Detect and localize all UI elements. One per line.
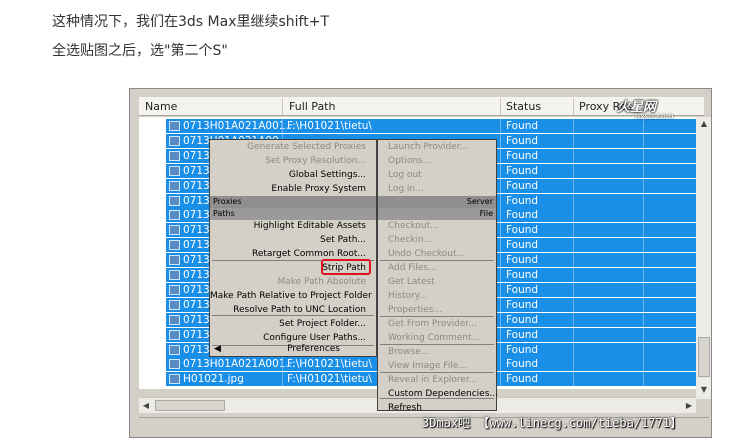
row-status: Found [506,194,539,207]
context-menu-paths: Generate Selected Proxies Set Proxy Resol… [209,139,377,357]
image-file-icon [169,359,180,370]
row-status: Found [506,164,539,177]
submenu-arrow-icon: ◀ [214,344,221,354]
menu-item-server-2[interactable]: Log out [388,169,494,182]
row-status: Found [506,239,539,252]
menu-item-server-3[interactable]: Log in... [388,183,494,196]
row-path: F:\H01021\tietu\ [287,358,372,371]
row-status: Found [506,149,539,162]
menu-header-proxies: Proxies [210,196,376,208]
menu-item-path-7[interactable]: Set Project Folder... [210,318,366,331]
image-file-icon [169,195,180,206]
image-file-icon [169,314,180,325]
row-status: Found [506,283,539,296]
row-status: Found [506,179,539,192]
menu-separator [380,260,494,261]
menu-separator [380,344,494,345]
row-status: Found [506,120,539,132]
menu-item-path-1[interactable]: Set Path... [210,234,366,247]
image-file-icon [169,225,180,236]
menu-separator [212,315,374,316]
menu-item-path-0[interactable]: Highlight Editable Assets [210,220,366,233]
image-file-icon [169,299,180,310]
image-file-icon [169,135,180,146]
image-file-icon [169,150,180,161]
vertical-scrollbar[interactable]: ▲ ▼ [696,117,711,399]
row-path: F:\H01021\tietu\ [287,373,372,386]
image-file-icon [169,180,180,191]
image-file-icon [169,374,180,385]
image-file-icon [169,270,180,280]
image-file-icon [169,284,180,295]
scroll-down-icon[interactable]: ▼ [696,383,711,397]
menu-separator [380,372,494,373]
menu-item-proxy-3[interactable]: Enable Proxy System [210,183,366,196]
row-status: Found [506,134,539,147]
row-path: F:\H01021\tietu\ [287,120,372,132]
menu-separator [380,398,494,399]
scroll-right-icon[interactable]: ▶ [682,398,696,413]
menu-header-file: File [378,208,496,220]
image-file-icon [169,121,180,131]
row-status: Found [506,313,539,326]
image-file-icon [169,165,180,176]
menu-item-path-5[interactable]: Make Path Relative to Project Folder [210,290,372,303]
row-status: Found [506,254,539,267]
menu-item-path-4[interactable]: Make Path Absolute [210,276,366,289]
strip-path-highlight [321,259,371,275]
row-status: Found [506,209,539,222]
menu-item-file-9[interactable]: Browse... [388,346,494,359]
menu-item-server-0[interactable]: Launch Provider... [388,141,494,154]
scroll-up-icon[interactable]: ▲ [696,117,711,131]
menu-item-file-1[interactable]: Checkin... [388,234,494,247]
menu-item-file-5[interactable]: History... [388,290,494,303]
column-name[interactable]: Name [145,100,177,113]
row-status: Found [506,373,539,386]
menu-item-file-12[interactable]: Custom Dependencies... [388,388,498,401]
row-name: H01021.jpg [183,373,244,386]
article-line-2: 全选贴图之后，选"第二个S" [52,43,228,59]
menu-item-file-3[interactable]: Add Files... [388,262,494,275]
article-line-1: 这种情况下，我们在3ds Max里继续shift+T [52,14,329,30]
row-status: Found [506,358,539,371]
row-status: Found [506,328,539,341]
hscroll-thumb[interactable] [155,400,225,411]
image-file-icon [169,329,180,340]
menu-item-server-1[interactable]: Options... [388,155,494,168]
menu-item-file-7[interactable]: Get From Provider... [388,318,494,331]
menu-header-paths: Paths [210,208,376,220]
scroll-left-icon[interactable]: ◀ [139,398,153,413]
row-status: Found [506,224,539,237]
menu-item-preferences[interactable]: Preferences [210,343,340,356]
site-logo-sub: hxsd.com [635,112,674,121]
row-status: Found [506,269,539,281]
menu-item-file-0[interactable]: Checkout... [388,220,494,233]
column-full-path[interactable]: Full Path [289,100,335,113]
image-file-icon [169,240,180,251]
menu-item-file-4[interactable]: Get Latest [388,276,494,289]
menu-header-server: Server [378,196,496,208]
image-file-icon [169,344,180,355]
menu-item-proxy-1[interactable]: Set Proxy Resolution... [210,155,366,168]
row-status: Found [506,298,539,311]
image-file-icon [169,255,180,266]
scroll-thumb[interactable] [698,337,710,377]
menu-separator [380,316,494,317]
column-status[interactable]: Status [506,100,541,113]
row-status: Found [506,343,539,356]
context-menu-file: Launch Provider... Options... Log out Log i… [377,139,498,413]
watermark-text: 3Dmax吧 【www.linecg.com/tieba/1771】 [422,416,682,430]
row-name: 0713H01A021A001... [183,120,296,132]
menu-item-proxy-0[interactable]: Generate Selected Proxies [210,141,366,154]
menu-item-file-11[interactable]: Reveal in Explorer... [388,374,494,387]
menu-item-proxy-2[interactable]: Global Settings... [210,169,366,182]
image-file-icon [169,210,180,221]
row-name: 0713H01A021A001... [183,358,296,371]
table-row[interactable]: 0713H01A021A001... F:\H01021\tietu\ Found [139,119,704,134]
